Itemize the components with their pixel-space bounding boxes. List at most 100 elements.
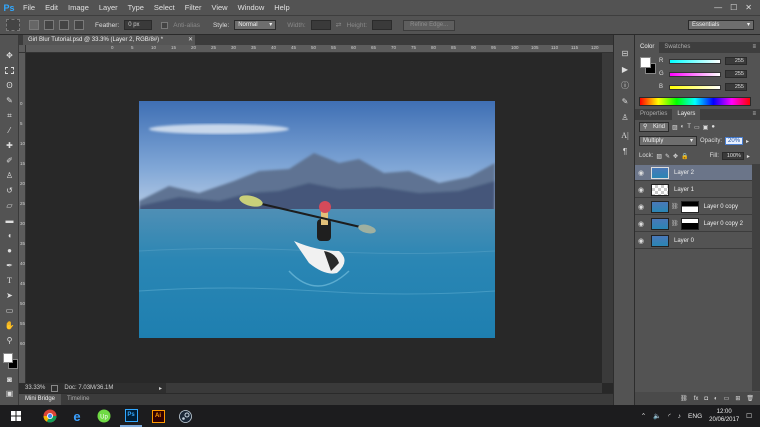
panel-menu-icon[interactable]: ≡ [752, 109, 756, 120]
color-panel-foreground[interactable] [640, 57, 651, 68]
height-input[interactable] [372, 20, 393, 30]
screen-mode-icon[interactable]: ▣ [3, 388, 16, 400]
green-value[interactable]: 255 [725, 70, 747, 78]
menu-select[interactable]: Select [149, 0, 180, 15]
photoshop-logo[interactable]: Ps [0, 0, 18, 15]
chevron-up-icon[interactable]: ⌃ [641, 412, 646, 420]
new-group-icon[interactable]: ▭ [724, 395, 730, 402]
path-selection-icon[interactable]: ➤ [3, 290, 16, 302]
workspace-select[interactable]: Essentials ▾ [688, 20, 754, 30]
ruler-corner[interactable] [19, 45, 26, 53]
green-slider[interactable] [669, 71, 721, 77]
feather-input[interactable]: 0 px [124, 20, 153, 30]
color-spectrum[interactable] [639, 97, 751, 106]
red-value[interactable]: 255 [725, 57, 747, 65]
add-mask-icon[interactable]: ◘ [704, 396, 708, 402]
add-selection-icon[interactable] [44, 20, 54, 30]
swap-icon[interactable]: ⇄ [336, 21, 342, 29]
menu-image[interactable]: Image [63, 0, 94, 15]
link-layers-icon[interactable]: ⛓ [680, 395, 688, 402]
marquee-preset-icon[interactable] [6, 19, 20, 31]
dodge-tool-icon[interactable]: ● [3, 245, 16, 257]
marquee-tool-icon[interactable] [3, 65, 16, 77]
eye-icon[interactable]: ◉ [635, 186, 647, 194]
blur-tool-icon[interactable]: ◖ [3, 230, 16, 242]
volume-icon[interactable]: ♪ [678, 413, 681, 420]
language-indicator[interactable]: ENG [688, 413, 702, 420]
clone-source-icon[interactable]: ♙ [619, 113, 631, 123]
status-info-icon[interactable] [51, 384, 59, 392]
new-layer-icon[interactable]: ⊞ [735, 395, 740, 402]
document-image[interactable] [139, 101, 495, 338]
illustrator-taskbar-icon[interactable]: Ai [147, 405, 169, 427]
blue-slider[interactable] [669, 84, 721, 90]
menu-file[interactable]: File [18, 0, 40, 15]
filter-smart-object-icon[interactable]: ▣ [703, 124, 709, 131]
tab-timeline[interactable]: Timeline [61, 394, 95, 405]
eye-icon[interactable]: ◉ [635, 220, 647, 228]
filter-type-icon[interactable]: T [687, 124, 691, 130]
type-tool-icon[interactable]: T [3, 275, 16, 287]
layer-row[interactable]: ◉ Layer 0 [635, 233, 752, 249]
wifi-icon[interactable]: ◜ [668, 412, 671, 420]
chain-link-icon[interactable]: ⛓ [671, 203, 679, 210]
layer-row[interactable]: ◉ Layer 1 [635, 182, 752, 198]
minimize-button[interactable]: — [714, 3, 722, 12]
vertical-scrollbar[interactable] [602, 53, 613, 383]
fill-input[interactable]: 100% [721, 152, 744, 160]
layer-row[interactable]: ◉ ⛓ Layer 0 copy [635, 199, 752, 215]
hand-tool-icon[interactable]: ✋ [3, 320, 16, 332]
lock-pixels-icon[interactable]: ✎ [665, 153, 670, 160]
tab-color[interactable]: Color [635, 42, 660, 53]
opacity-input[interactable]: 20% [725, 137, 744, 145]
clock[interactable]: 12:00 20/06/2017 [709, 408, 739, 424]
zoom-level[interactable]: 33.33% [25, 385, 45, 391]
layer-mask-thumbnail[interactable] [680, 217, 699, 230]
subtract-selection-icon[interactable] [59, 20, 69, 30]
eye-icon[interactable]: ◉ [635, 169, 647, 177]
chrome-icon[interactable] [39, 405, 61, 427]
document-tab[interactable]: Girl Blur Tutorial.psd @ 33.3% (Layer 2,… [23, 35, 195, 45]
history-panel-icon[interactable]: ⊟ [619, 49, 631, 59]
quick-selection-icon[interactable]: ✎ [3, 95, 16, 107]
layers-scrollbar[interactable] [752, 164, 760, 391]
windows-start-icon[interactable] [5, 405, 27, 427]
notification-icon[interactable]: ☐ [746, 412, 752, 420]
upwork-icon[interactable]: Up [93, 405, 115, 427]
gradient-tool-icon[interactable]: ▬ [3, 215, 16, 227]
blend-mode-select[interactable]: Multiply ▾ [639, 136, 697, 146]
foreground-color-swatch[interactable] [3, 353, 13, 363]
lasso-tool-icon[interactable]: ʘ [3, 80, 16, 92]
menu-filter[interactable]: Filter [180, 0, 207, 15]
chain-link-icon[interactable]: ⛓ [671, 220, 679, 227]
fx-icon[interactable]: fx [694, 396, 699, 402]
close-window-button[interactable]: ✕ [745, 3, 752, 12]
info-panel-icon[interactable]: ⓘ [619, 81, 631, 91]
horizontal-scrollbar[interactable] [166, 383, 602, 393]
layer-filter-select[interactable]: ⚲ Kind [639, 122, 669, 132]
healing-brush-icon[interactable]: ✚ [3, 140, 16, 152]
maximize-button[interactable]: ☐ [730, 3, 737, 12]
style-select[interactable]: Normal ▾ [234, 20, 277, 30]
status-menu-arrow-icon[interactable]: ▸ [159, 385, 166, 392]
menu-view[interactable]: View [206, 0, 232, 15]
layer-row[interactable]: ◉ ⛓ Layer 0 copy 2 [635, 216, 752, 232]
opacity-arrow-icon[interactable]: ▸ [746, 138, 749, 145]
filter-pixel-icon[interactable]: ▨ [672, 124, 678, 131]
clone-stamp-icon[interactable]: ♙ [3, 170, 16, 182]
move-tool-icon[interactable]: ✥ [3, 50, 16, 62]
menu-help[interactable]: Help [269, 0, 294, 15]
quick-mask-icon[interactable]: ◙ [3, 374, 16, 386]
eye-icon[interactable]: ◉ [635, 203, 647, 211]
panel-menu-icon[interactable]: ≡ [752, 42, 756, 53]
blue-value[interactable]: 255 [725, 83, 747, 91]
tab-swatches[interactable]: Swatches [659, 42, 695, 53]
zoom-tool-icon[interactable]: ⚲ [3, 335, 16, 347]
menu-edit[interactable]: Edit [40, 0, 63, 15]
shape-tool-icon[interactable]: ▭ [3, 305, 16, 317]
red-slider[interactable] [669, 58, 721, 64]
lock-all-icon[interactable]: 🔒 [681, 153, 688, 160]
filter-toggle-icon[interactable]: ● [711, 124, 715, 130]
brush-panel-icon[interactable]: ✎ [619, 97, 631, 107]
tab-properties[interactable]: Properties [635, 109, 672, 120]
